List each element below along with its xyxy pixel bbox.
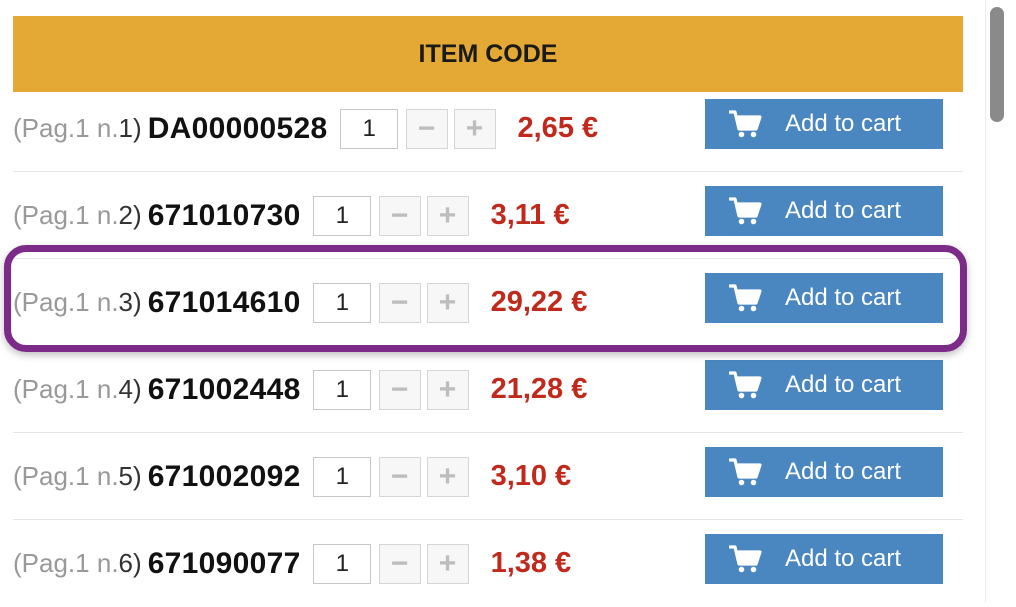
add-to-cart-label: Add to cart [785,545,902,572]
item-code: 671010730 [147,198,301,232]
row-content: (Pag.1 n. 4) 671002448 1 − + 21,28 € [13,346,587,433]
product-row: (Pag.1 n. 3) 671014610 1 − + 29,22 € Add … [0,259,985,346]
page-ref-close: ) [133,113,142,143]
page-ref-page: Pag.1 [21,548,90,578]
page-ref-n-value: 3 [118,287,134,317]
item-price: 2,65 € [517,112,599,144]
page-ref-open: ( [13,113,22,143]
add-to-cart-label: Add to cart [785,284,902,311]
cart-icon [729,545,762,573]
increment-button[interactable]: + [426,282,469,323]
add-to-cart-button[interactable]: Add to cart [705,534,943,584]
product-row: (Pag.1 n. 4) 671002448 1 − + 21,28 € Add … [0,346,985,433]
add-to-cart-label: Add to cart [785,110,902,137]
item-code: DA00000528 [147,111,328,145]
decrement-button[interactable]: − [378,369,421,410]
decrement-button[interactable]: − [378,456,421,497]
add-to-cart-label: Add to cart [785,371,902,398]
page-ref-n-value: 2 [118,200,134,230]
page-ref-page: Pag.1 [21,113,90,143]
item-code: 671090077 [147,546,301,580]
product-row: (Pag.1 n. 6) 671090077 1 − + 1,38 € Add t… [0,520,985,607]
increment-button[interactable]: + [426,369,469,410]
page-ref-open: ( [13,374,22,404]
increment-button[interactable]: + [453,108,496,149]
page-ref-open: ( [13,287,22,317]
page-ref-n-value: 4 [118,374,134,404]
quantity-input[interactable]: 1 [312,456,371,497]
page-ref-close: ) [133,287,142,317]
decrement-button[interactable]: − [378,543,421,584]
increment-button[interactable]: + [426,543,469,584]
page-ref-close: ) [133,548,142,578]
increment-button[interactable]: + [426,195,469,236]
page-ref-n-value: 1 [118,113,134,143]
page-ref-close: ) [133,200,142,230]
quantity-input[interactable]: 1 [312,543,371,584]
product-row: (Pag.1 n. 5) 671002092 1 − + 3,10 € Add t… [0,433,985,520]
quantity-input[interactable]: 1 [312,282,371,323]
add-to-cart-button[interactable]: Add to cart [705,186,943,236]
row-content: (Pag.1 n. 3) 671014610 1 − + 29,22 € [13,259,587,346]
page-ref-n-label: n. [96,548,119,578]
row-content: (Pag.1 n. 2) 671010730 1 − + 3,11 € [13,172,570,259]
quantity-input[interactable]: 1 [339,108,398,149]
page-ref-open: ( [13,461,22,491]
add-to-cart-button[interactable]: Add to cart [705,360,943,410]
page-ref-n-label: n. [96,200,119,230]
page-ref-close: ) [133,374,142,404]
product-row: (Pag.1 n. 2) 671010730 1 − + 3,11 € Add t… [0,172,985,259]
decrement-button[interactable]: − [378,195,421,236]
item-price: 3,10 € [490,460,572,492]
page-ref-open: ( [13,548,22,578]
add-to-cart-label: Add to cart [785,197,902,224]
cart-icon [729,110,762,138]
page-ref-n-value: 6 [118,548,134,578]
decrement-button[interactable]: − [378,282,421,323]
increment-button[interactable]: + [426,456,469,497]
row-content: (Pag.1 n. 6) 671090077 1 − + 1,38 € [13,520,571,607]
page-ref-n-label: n. [96,287,119,317]
item-code-header: ITEM CODE [13,16,963,92]
add-to-cart-button[interactable]: Add to cart [705,447,943,497]
quantity-input[interactable]: 1 [312,195,371,236]
product-row: (Pag.1 n. 1) DA00000528 1 − + 2,65 € Add … [0,85,985,172]
item-price: 29,22 € [490,286,588,318]
quantity-input[interactable]: 1 [312,369,371,410]
item-code: 671014610 [147,285,301,319]
page-ref-page: Pag.1 [21,374,90,404]
cart-icon [729,284,762,312]
add-to-cart-label: Add to cart [785,458,902,485]
item-price: 21,28 € [490,373,588,405]
page-ref-page: Pag.1 [21,287,90,317]
row-content: (Pag.1 n. 1) DA00000528 1 − + 2,65 € [13,85,598,172]
page-ref-page: Pag.1 [21,200,90,230]
cart-icon [729,458,762,486]
page-ref-n-label: n. [96,374,119,404]
item-price: 1,38 € [490,547,572,579]
page-ref-n-label: n. [96,461,119,491]
cart-icon [729,371,762,399]
add-to-cart-button[interactable]: Add to cart [705,273,943,323]
row-content: (Pag.1 n. 5) 671002092 1 − + 3,10 € [13,433,571,520]
page-ref-open: ( [13,200,22,230]
decrement-button[interactable]: − [405,108,448,149]
page-ref-n-label: n. [96,113,119,143]
scrollbar-thumb[interactable] [990,7,1004,122]
add-to-cart-button[interactable]: Add to cart [705,99,943,149]
page-ref-close: ) [133,461,142,491]
page-ref-page: Pag.1 [21,461,90,491]
product-list-panel: ITEM CODE (Pag.1 n. 1) DA00000528 1 − + 2… [0,0,985,602]
item-code-header-label: ITEM CODE [418,39,558,68]
page-ref-n-value: 5 [118,461,134,491]
cart-icon [729,197,762,225]
item-code: 671002448 [147,372,301,406]
item-price: 3,11 € [490,199,570,231]
item-code: 671002092 [147,459,301,493]
